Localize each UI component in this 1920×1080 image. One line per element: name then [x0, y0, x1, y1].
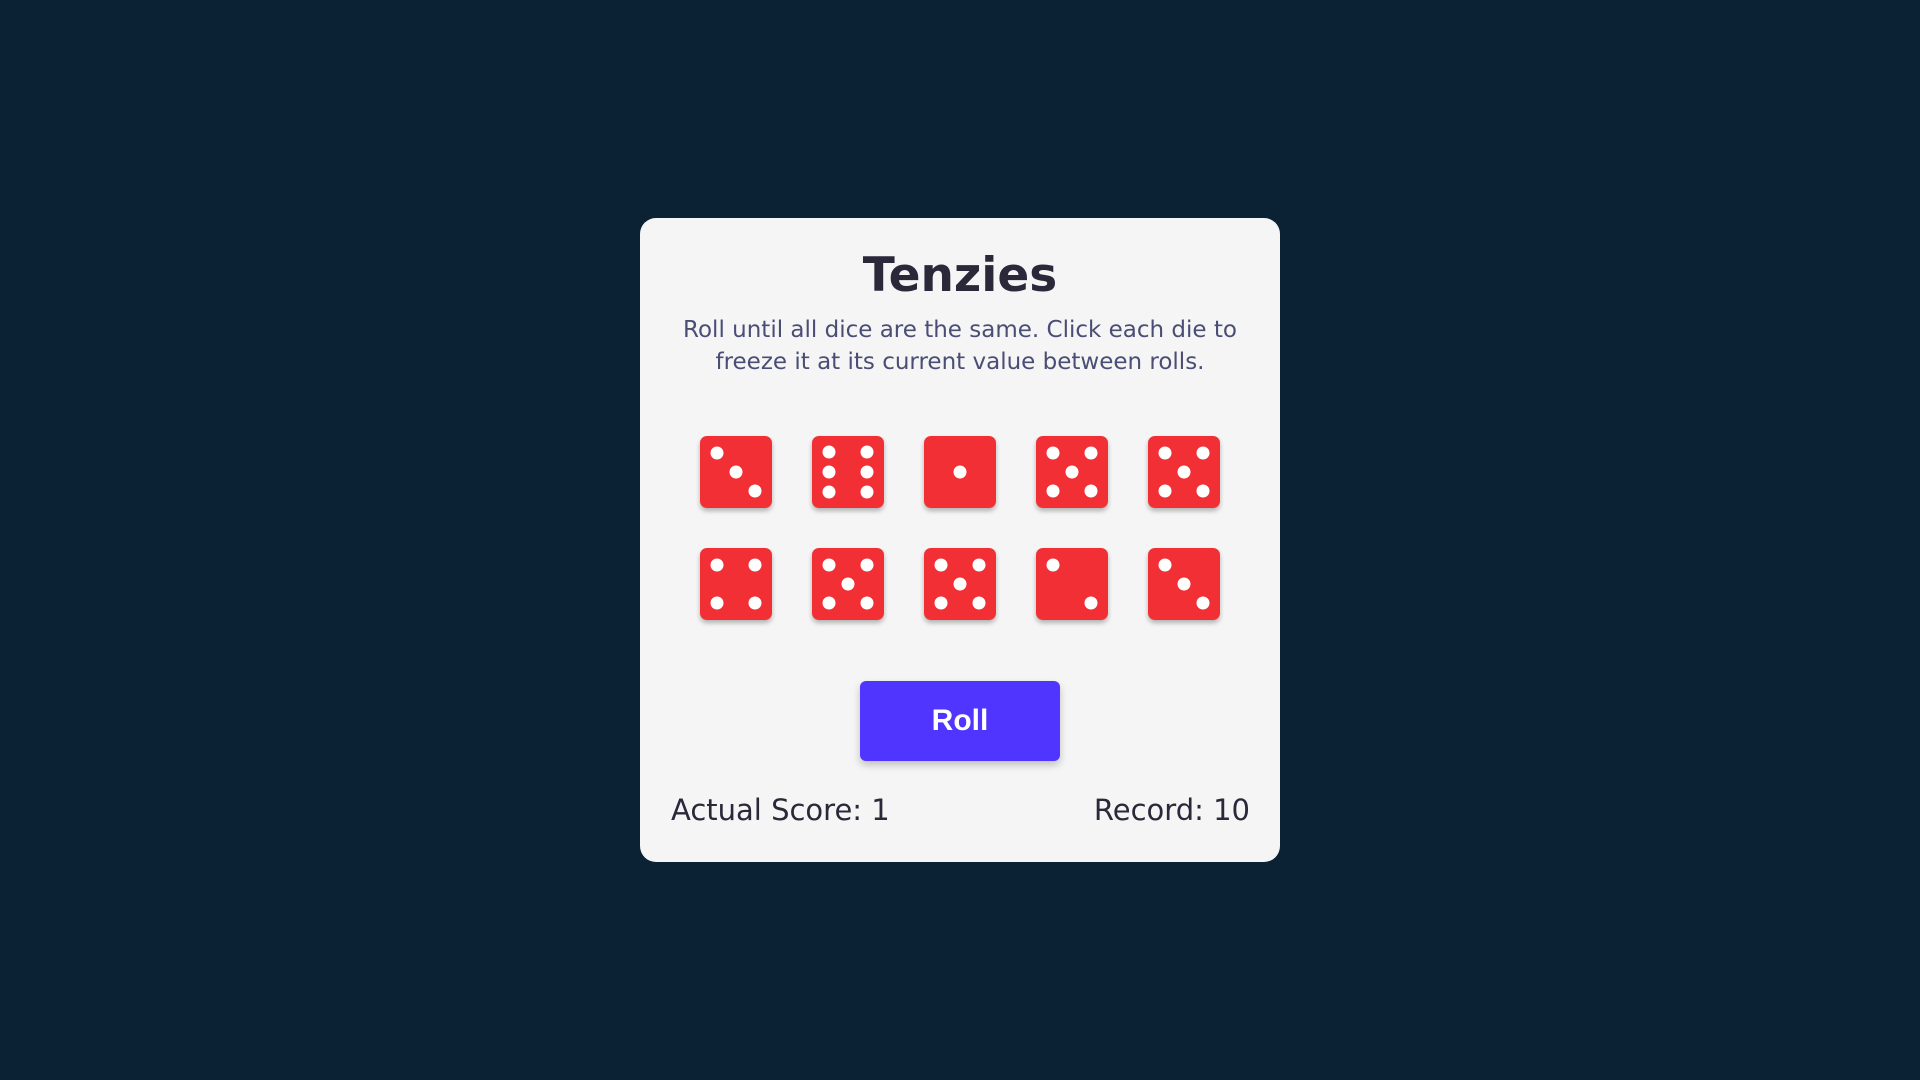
die-pip [1046, 558, 1060, 572]
die-pip [934, 596, 948, 610]
die-pip [710, 446, 724, 460]
die-5[interactable] [1148, 436, 1220, 508]
die-pip [822, 485, 836, 499]
die-2[interactable] [812, 436, 884, 508]
die-10[interactable] [1148, 548, 1220, 620]
die-pip [822, 465, 836, 479]
die-pip [860, 465, 874, 479]
die-pip [822, 596, 836, 610]
die-pip [1158, 484, 1172, 498]
die-pip [953, 577, 967, 591]
die-pip [860, 485, 874, 499]
die-pip [934, 558, 948, 572]
die-pip [1158, 446, 1172, 460]
die-pip [710, 596, 724, 610]
die-pip [1084, 484, 1098, 498]
die-pip [748, 558, 762, 572]
die-8[interactable] [924, 548, 996, 620]
die-9[interactable] [1036, 548, 1108, 620]
die-pip [860, 445, 874, 459]
die-1[interactable] [700, 436, 772, 508]
die-pip [1046, 484, 1060, 498]
die-3[interactable] [924, 436, 996, 508]
game-instructions: Roll until all dice are the same. Click … [683, 317, 1237, 375]
game-title: Tenzies [862, 248, 1058, 303]
die-pip [860, 596, 874, 610]
die-pip [953, 465, 967, 479]
die-pip [748, 484, 762, 498]
die-pip [1196, 596, 1210, 610]
die-7[interactable] [812, 548, 884, 620]
die-pip [972, 558, 986, 572]
die-pip [822, 445, 836, 459]
record-score: Record: 10 [1093, 793, 1250, 827]
die-pip [729, 465, 743, 479]
die-pip [1177, 577, 1191, 591]
die-pip [1177, 465, 1191, 479]
die-pip [1196, 484, 1210, 498]
die-pip [860, 558, 874, 572]
die-pip [1158, 558, 1172, 572]
die-pip [841, 577, 855, 591]
roll-button[interactable]: Roll [860, 681, 1060, 761]
die-pip [710, 558, 724, 572]
die-pip [1065, 465, 1079, 479]
die-pip [822, 558, 836, 572]
game-board: Tenzies Roll until all dice are the same… [640, 218, 1280, 862]
die-6[interactable] [700, 548, 772, 620]
die-pip [1196, 446, 1210, 460]
die-pip [1084, 596, 1098, 610]
dice-grid [700, 436, 1220, 620]
die-pip [748, 596, 762, 610]
die-pip [1046, 446, 1060, 460]
die-pip [972, 596, 986, 610]
actual-score: Actual Score: 1 [671, 793, 890, 827]
die-pip [1084, 446, 1098, 460]
die-4[interactable] [1036, 436, 1108, 508]
